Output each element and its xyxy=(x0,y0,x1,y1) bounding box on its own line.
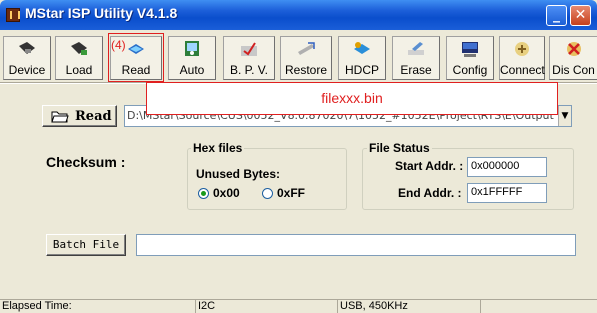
hdcp-button[interactable]: HDCP xyxy=(338,36,386,80)
auto-icon xyxy=(185,41,199,56)
status-interface: I2C xyxy=(195,300,337,313)
device-button[interactable]: Device xyxy=(3,36,51,80)
load-label: Load xyxy=(65,63,93,77)
hdcp-label: HDCP xyxy=(344,63,379,77)
erase-button[interactable]: Erase xyxy=(392,36,440,80)
app-icon xyxy=(6,8,20,22)
batch-file-field[interactable] xyxy=(136,234,576,256)
file-status-title: File Status xyxy=(367,141,432,155)
batch-file-button[interactable]: Batch File xyxy=(46,234,126,256)
status-speed-text: USB, 450KHz xyxy=(340,300,408,312)
connect-icon xyxy=(515,42,529,56)
minimize-button[interactable]: _ xyxy=(546,5,567,26)
radio-0xff[interactable] xyxy=(262,188,273,199)
start-addr-field[interactable]: 0x000000 xyxy=(467,157,547,177)
restore-button[interactable]: Restore xyxy=(280,36,332,80)
open-folder-icon xyxy=(51,111,69,123)
connect-label: Connect xyxy=(500,63,545,77)
start-addr-label: Start Addr. : xyxy=(395,159,464,173)
read-file-label: Read xyxy=(75,109,112,124)
path-dropdown-arrow[interactable]: ▼ xyxy=(558,106,571,126)
status-empty xyxy=(480,300,597,313)
restore-label: Restore xyxy=(284,63,328,77)
auto-label: Auto xyxy=(179,63,205,77)
erase-label: Erase xyxy=(400,63,432,77)
end-addr-label: End Addr. : xyxy=(398,186,462,200)
filename-callout: filexxx.bin xyxy=(146,82,558,115)
config-button[interactable]: Config xyxy=(446,36,494,80)
config-icon xyxy=(462,42,478,57)
checksum-label: Checksum : xyxy=(46,154,126,170)
hdcp-icon xyxy=(354,42,370,54)
radio-0xff-label[interactable]: 0xFF xyxy=(277,186,305,200)
window-title: MStar ISP Utility V4.1.8 xyxy=(25,5,178,21)
radio-0x00-label[interactable]: 0x00 xyxy=(213,186,240,200)
load-button[interactable]: Load xyxy=(55,36,103,80)
status-speed: USB, 450KHz xyxy=(337,300,480,313)
hex-files-title: Hex files xyxy=(191,141,245,155)
disconnect-button[interactable]: Dis Con xyxy=(549,36,597,80)
bpv-button[interactable]: B. P. V. xyxy=(223,36,275,80)
bpv-label: B. P. V. xyxy=(229,63,269,77)
device-icon xyxy=(19,42,35,54)
device-label: Device xyxy=(8,63,46,77)
unused-bytes-label: Unused Bytes: xyxy=(196,167,281,181)
bpv-icon xyxy=(241,42,257,56)
status-elapsed: Elapsed Time: xyxy=(2,300,72,312)
disconnect-label: Dis Con xyxy=(552,63,595,77)
auto-button[interactable]: Auto xyxy=(168,36,216,80)
connect-button[interactable]: Connect xyxy=(499,36,545,80)
read-file-button[interactable]: Read xyxy=(42,105,117,127)
step-number-label: (4) xyxy=(111,38,126,52)
end-addr-field[interactable]: 0x1FFFFF xyxy=(467,183,547,203)
radio-0x00[interactable] xyxy=(198,188,209,199)
erase-icon xyxy=(408,42,424,55)
restore-icon xyxy=(298,42,315,55)
load-icon xyxy=(71,42,87,55)
disconnect-icon xyxy=(566,42,581,56)
close-button[interactable]: ✕ xyxy=(570,5,591,26)
config-label: Config xyxy=(452,63,488,77)
